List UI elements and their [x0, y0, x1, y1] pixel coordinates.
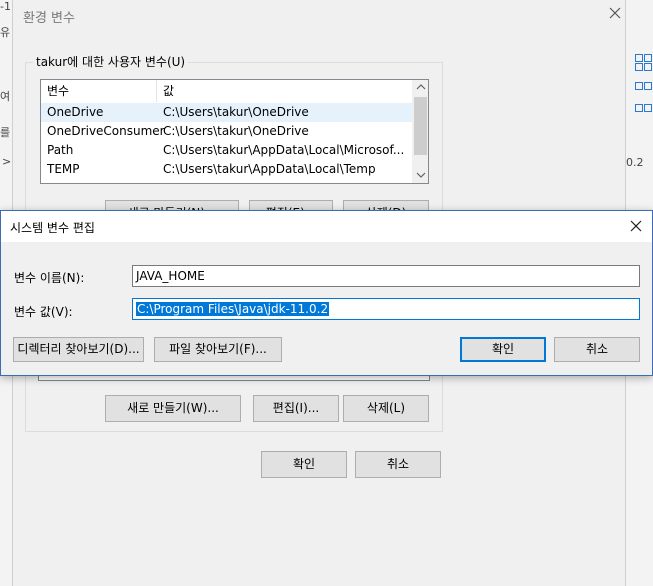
row-name: OneDriveConsumer [47, 124, 165, 138]
edit-ok-button[interactable]: 확인 [460, 337, 546, 362]
bg-text: -1 [0, 0, 11, 13]
dialog-title: 환경 변수 [23, 11, 75, 26]
column-header-value[interactable]: 값 [157, 80, 413, 102]
row-value: C:\Users\takur\OneDrive [163, 124, 309, 138]
scrollbar-thumb[interactable] [414, 97, 427, 155]
row-name: Path [47, 143, 74, 157]
variable-name-label: 변수 이름(N): [14, 271, 85, 285]
close-icon[interactable] [628, 218, 644, 234]
browse-directory-button[interactable]: 디렉터리 찾아보기(D)... [13, 337, 144, 362]
row-value: C:\Users\takur\OneDrive [163, 105, 309, 119]
row-value: C:\Users\takur\AppData\Local\Microsof... [163, 143, 405, 157]
variable-value-label: 변수 값(V): [14, 305, 73, 319]
tile-icon [635, 82, 643, 90]
user-variables-group-title: takur에 대한 사용자 변수(U) [33, 53, 189, 70]
system-delete-button[interactable]: 삭제(L) [343, 395, 429, 422]
scroll-up-icon[interactable] [416, 83, 426, 91]
bg-text: > [2, 155, 12, 168]
tile-icon [635, 104, 643, 112]
bg-text: 를 [0, 126, 11, 139]
scroll-down-icon[interactable] [416, 171, 426, 179]
close-icon[interactable] [606, 4, 624, 22]
row-name: TEMP [47, 162, 80, 176]
tile-icon [644, 104, 652, 112]
variable-value-input[interactable]: C:\Program Files\Java\jdk-11.0.2 [132, 298, 640, 320]
dialog-title: 시스템 변수 편집 [10, 221, 95, 235]
table-row[interactable]: OneDrive C:\Users\takur\OneDrive [41, 103, 413, 122]
bg-text: 여 [0, 90, 11, 103]
env-cancel-button[interactable]: 취소 [355, 451, 441, 478]
env-ok-button[interactable]: 확인 [261, 451, 347, 478]
table-row[interactable]: Path C:\Users\takur\AppData\Local\Micros… [41, 141, 413, 160]
table-row[interactable]: OneDriveConsumer C:\Users\takur\OneDrive [41, 122, 413, 141]
tile-icon [644, 82, 652, 90]
browse-file-button[interactable]: 파일 찾아보기(F)... [154, 337, 282, 362]
system-edit-button[interactable]: 편집(I)... [253, 395, 339, 422]
system-new-button[interactable]: 새로 만들기(W)... [105, 395, 241, 422]
table-row[interactable]: TEMP C:\Users\takur\AppData\Local\Temp [41, 160, 413, 179]
row-value: C:\Users\takur\AppData\Local\Temp [163, 162, 376, 176]
column-header-name[interactable]: 변수 [41, 80, 157, 102]
edit-system-variable-dialog: 시스템 변수 편집 변수 이름(N): JAVA_HOME 변수 값(V): C… [0, 210, 653, 376]
tile-icon [644, 63, 652, 71]
edit-cancel-button[interactable]: 취소 [554, 337, 640, 362]
variable-name-input[interactable]: JAVA_HOME [132, 265, 640, 287]
user-variables-list[interactable]: 변수 값 OneDrive C:\Users\takur\OneDrive On… [40, 79, 429, 184]
tile-icon [635, 54, 643, 62]
row-name: OneDrive [47, 105, 104, 119]
bg-text: 0.2 [626, 156, 644, 169]
selected-text: C:\Program Files\Java\jdk-11.0.2 [136, 302, 330, 316]
dialog-titlebar[interactable] [1, 211, 652, 242]
tile-icon [635, 63, 643, 71]
bg-text: 유 [0, 26, 11, 39]
tile-icon [644, 54, 652, 62]
